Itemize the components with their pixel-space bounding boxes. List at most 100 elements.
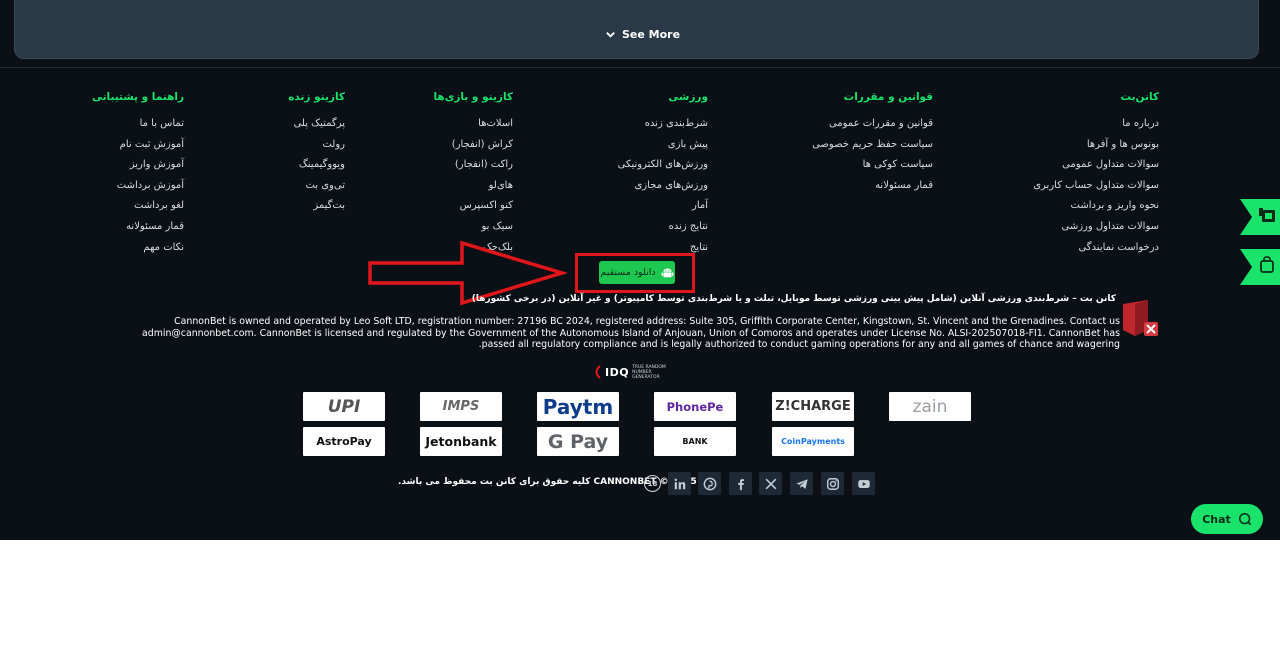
column-title: کازینو و بازی‌ها (433, 91, 513, 103)
footer-link[interactable]: اسلات‌ها (433, 117, 513, 138)
footer-link[interactable]: سوالات متداول ورزشی (1033, 220, 1160, 241)
idq-mark: IDQ (605, 365, 630, 379)
footer-link[interactable]: پیش بازی (618, 138, 708, 159)
payment-logo-coinpayments: CoinPayments (772, 427, 854, 456)
youtube-link[interactable] (852, 472, 875, 495)
column-title: کازینو زنده (288, 91, 345, 103)
column-title: قوانین و مقررات (843, 91, 933, 103)
footer-link[interactable]: های‌لو (433, 179, 513, 200)
footer-link[interactable]: سیاست حفظ حریم خصوصی (812, 138, 933, 159)
footer-link[interactable]: آمار (618, 199, 708, 220)
footer-link[interactable]: تماس با ما (92, 117, 184, 138)
footer-link[interactable]: ورزش‌های الکترونیکی (618, 158, 708, 179)
site-footer: See More کانن‌بت درباره ما بونوس ها و آف… (0, 0, 1280, 540)
facebook-link[interactable] (729, 472, 752, 495)
footer-link[interactable]: سوالات متداول عمومی (1033, 158, 1159, 179)
footer-column-casino: کازینو و بازی‌ها اسلات‌ها کراش (انفجار) … (433, 90, 513, 261)
x-icon (765, 478, 776, 489)
payment-logo-label: Z!CHARGE (775, 399, 851, 414)
payment-logo-label: G Pay (547, 430, 609, 453)
payment-logo-imps: IMPS (420, 392, 502, 421)
see-more-label: See More (622, 27, 681, 41)
footer-link[interactable]: تی‌وی بت (288, 179, 345, 200)
content-panel: See More (14, 0, 1259, 59)
chevron-down-icon (606, 31, 615, 38)
telegram-icon (795, 478, 808, 489)
footer-link[interactable]: بت‌گیمز (288, 199, 345, 220)
footer-link[interactable]: رولت (288, 138, 345, 159)
chat-button[interactable]: Chat (1191, 504, 1263, 534)
payment-logo-label: zain (912, 396, 948, 417)
age-restriction-badge: 18 (644, 475, 661, 492)
footer-column-rules: قوانین و مقررات قوانین و مقررات عمومی سی… (812, 90, 933, 199)
footer-link[interactable]: نکات مهم (92, 241, 184, 262)
payment-logo-phonepe: PhonePe (654, 392, 736, 421)
youtube-icon (857, 479, 870, 488)
footer-link[interactable]: ورزش‌های مجازی (618, 179, 708, 200)
license-seal-icon (1123, 300, 1158, 336)
chat-bubble-icon (1238, 513, 1252, 526)
chat-label: Chat (1202, 512, 1231, 526)
footer-link[interactable]: قمار مسئولانه (812, 179, 933, 200)
footer-link[interactable]: نتایج زنده (618, 220, 708, 241)
direct-download-label: دانلود مستقیم (600, 267, 656, 278)
payment-logo-label: CoinPayments (781, 437, 845, 446)
payment-logo-label: UPI (327, 396, 361, 417)
footer-link[interactable]: پرگمتیک پلی (288, 117, 345, 138)
payment-logo-jetonbank: Jetonbank (420, 427, 502, 456)
divider (0, 67, 1280, 68)
footer-link[interactable]: نحوه واریز و برداشت (1033, 199, 1159, 220)
footer-link[interactable]: سیاست کوکی ها (812, 158, 933, 179)
idq-subtitle: TRUE RANDOM NUMBER GENERATOR (632, 364, 666, 380)
payment-logo-g-pay: G Pay (537, 427, 619, 456)
footer-link[interactable]: راکت (انفجار) (433, 158, 513, 179)
pinterest-link[interactable] (698, 472, 721, 495)
instagram-icon (826, 477, 839, 490)
footer-link[interactable]: آموزش واریز (92, 158, 184, 179)
footer-column-live-casino: کازینو زنده پرگمتیک پلی رولت ویووگیمینگ … (288, 90, 345, 220)
footer-link[interactable]: کنو اکسپرس (433, 199, 513, 220)
footer-link[interactable]: آموزش ثبت نام (92, 138, 184, 159)
payment-logo-label: Paytm (542, 394, 614, 419)
footer-link[interactable]: آموزش برداشت (92, 179, 184, 200)
payment-logo-upi: UPI (303, 392, 385, 421)
footer-link[interactable]: کراش (انفجار) (433, 138, 513, 159)
rng-certification-logo: IDQ TRUE RANDOM NUMBER GENERATOR (592, 362, 676, 382)
idq-mark-icon (595, 365, 601, 379)
android-icon (661, 268, 673, 278)
footer-link[interactable]: ویووگیمینگ (288, 158, 345, 179)
linkedin-icon (674, 478, 685, 489)
see-more-button[interactable]: See More (605, 27, 680, 41)
footer-column-sports: ورزشی شرط‌بندی زنده پیش بازی ورزش‌های ال… (618, 90, 708, 261)
telegram-link[interactable] (790, 472, 813, 495)
footer-link[interactable]: شرط‌بندی زنده (618, 117, 708, 138)
footer-column-cannonbet: کانن‌بت درباره ما بونوس ها و آفرها سوالا… (1033, 90, 1159, 261)
page: See More کانن‌بت درباره ما بونوس ها و آف… (0, 0, 1280, 648)
direct-download-button[interactable]: دانلود مستقیم (599, 261, 675, 284)
footer-link[interactable]: قوانین و مقررات عمومی (812, 117, 933, 138)
side-promo-tab[interactable] (1240, 199, 1280, 235)
column-title: ورزشی (668, 91, 708, 103)
site-tagline: کانن بت – شرط‌بندی ورزشی آنلاین (شامل پی… (471, 294, 1116, 304)
footer-link[interactable]: لغو برداشت (92, 199, 184, 220)
payment-logo-bank: BANK (654, 427, 736, 456)
payment-logo-label: AstroPay (316, 435, 372, 448)
footer-link[interactable]: درخواست نمایندگی (1033, 241, 1159, 262)
linkedin-link[interactable] (668, 472, 691, 495)
payment-logo-label: PhonePe (666, 399, 724, 414)
footer-link[interactable]: قمار مسئولانه (92, 220, 184, 241)
payment-logo-paytm: Paytm (537, 392, 619, 421)
payment-logo-z-charge: Z!CHARGE (772, 392, 854, 421)
x-twitter-link[interactable] (759, 472, 782, 495)
column-title: راهنما و پشتیبانی (91, 91, 184, 103)
payment-logo-label: BANK (682, 437, 708, 446)
footer-link[interactable]: درباره ما (1033, 117, 1159, 138)
license-text: CannonBet is owned and operated by Leo S… (142, 316, 1120, 351)
instagram-link[interactable] (821, 472, 844, 495)
side-betslip-tab[interactable] (1240, 249, 1280, 285)
facebook-icon (737, 478, 744, 490)
footer-link[interactable]: بونوس ها و آفرها (1033, 138, 1159, 159)
payment-logo-label: Jetonbank (425, 434, 497, 449)
footer-link[interactable]: سیک بو (433, 220, 513, 241)
footer-link[interactable]: سوالات متداول حساب کاربری (1033, 179, 1159, 200)
